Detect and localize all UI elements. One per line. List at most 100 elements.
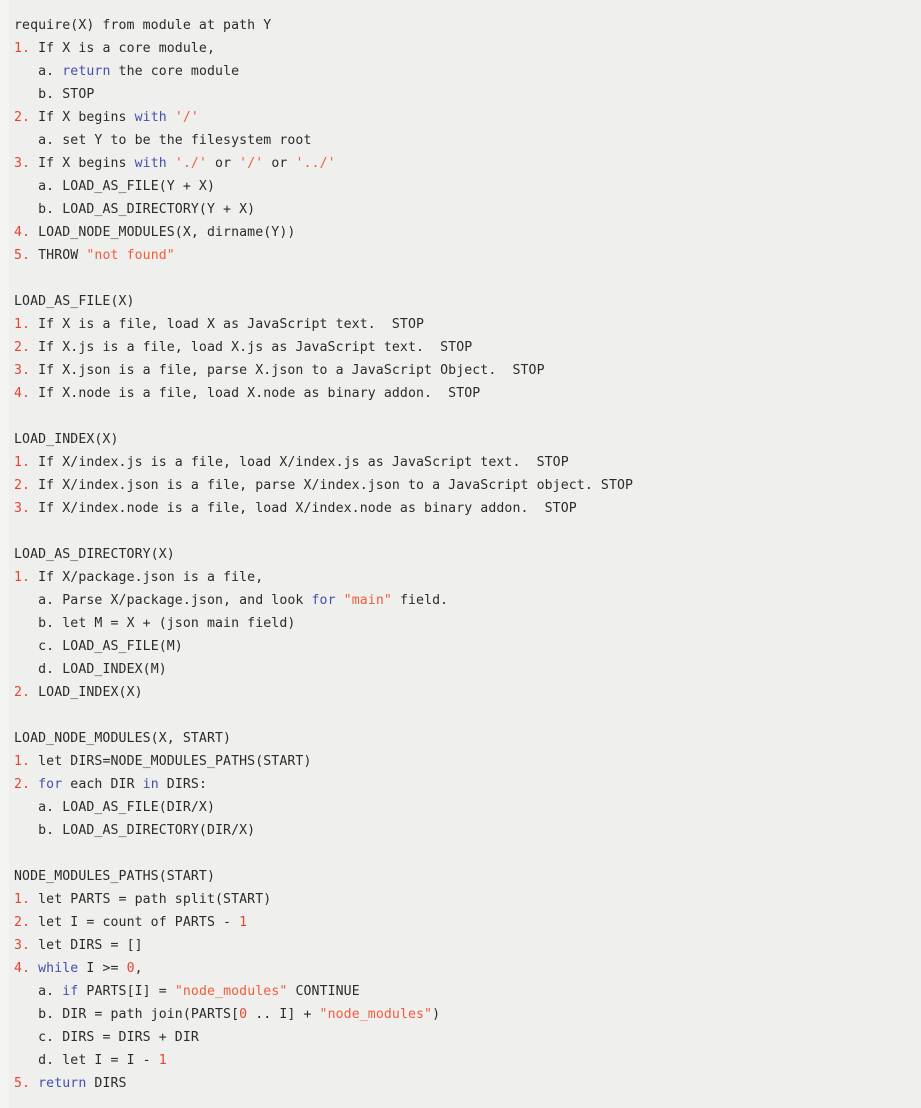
code-token-str: "node_modules"	[319, 1007, 433, 1022]
sub-step-marker: a.	[38, 133, 55, 148]
code-token-plain: or	[263, 156, 296, 171]
code-token-plain: let DIRS=NODE_MODULES_PATHS(START)	[30, 754, 312, 769]
step-marker: 3.	[14, 501, 31, 516]
sub-step-marker: b.	[38, 616, 55, 631]
code-token-plain: let I = I -	[54, 1053, 159, 1068]
code-token-kw: if	[62, 984, 79, 999]
section-heading: LOAD_INDEX(X)	[14, 432, 119, 447]
step-marker: 4.	[14, 225, 31, 240]
sub-step-line: a. return the core module	[14, 60, 921, 83]
sub-step-marker: a.	[38, 593, 55, 608]
code-token-plain: If X begins	[30, 110, 135, 125]
step-marker: 3.	[14, 938, 31, 953]
sub-step-line: b. STOP	[14, 83, 921, 106]
step-line: 1. If X is a file, load X as JavaScript …	[14, 313, 921, 336]
step-marker: 2.	[14, 340, 31, 355]
sub-step-line: a. set Y to be the filesystem root	[14, 129, 921, 152]
code-token-plain: let I = count of PARTS -	[30, 915, 240, 930]
sub-step-line: a. Parse X/package.json, and look for "m…	[14, 589, 921, 612]
step-line: 1. If X/package.json is a file,	[14, 566, 921, 589]
code-token-kw: while	[38, 961, 79, 976]
code-token-plain: If X.json is a file, parse X.json to a J…	[30, 363, 545, 378]
step-line: 1. let DIRS=NODE_MODULES_PATHS(START)	[14, 750, 921, 773]
code-token-plain: LOAD_INDEX(X)	[30, 685, 143, 700]
code-token-num: 1	[239, 915, 248, 930]
section-heading: NODE_MODULES_PATHS(START)	[14, 869, 215, 884]
step-marker: 1.	[14, 892, 31, 907]
step-marker: 1.	[14, 317, 31, 332]
code-token-str: '/'	[174, 110, 199, 125]
code-token-plain: DIRS	[86, 1076, 127, 1091]
section-heading: LOAD_NODE_MODULES(X, START)	[14, 731, 232, 746]
code-token-plain: LOAD_NODE_MODULES(X, dirname(Y))	[30, 225, 296, 240]
step-line: 4. while I >= 0,	[14, 957, 921, 980]
step-line: 2. If X/index.json is a file, parse X/in…	[14, 474, 921, 497]
step-line: 2. let I = count of PARTS - 1	[14, 911, 921, 934]
code-token-str: './'	[174, 156, 207, 171]
code-token-plain: the core module	[110, 64, 240, 79]
section-heading: LOAD_AS_FILE(X)	[14, 294, 135, 309]
code-token-plain: If X is a file, load X as JavaScript tex…	[30, 317, 425, 332]
step-line: 4. If X.node is a file, load X.node as b…	[14, 382, 921, 405]
code-token-plain: Parse X/package.json, and look	[54, 593, 312, 608]
sub-step-marker: a.	[38, 984, 55, 999]
code-token-str: '/'	[239, 156, 264, 171]
step-marker: 2.	[14, 915, 31, 930]
code-token-plain: DIRS = DIRS + DIR	[54, 1030, 199, 1045]
sub-step-line: b. LOAD_AS_DIRECTORY(Y + X)	[14, 198, 921, 221]
code-token-plain: ,	[134, 961, 143, 976]
step-marker: 1.	[14, 570, 31, 585]
code-token-plain: PARTS[I] =	[78, 984, 175, 999]
code-token-str: "not found"	[86, 248, 175, 263]
code-token-plain: set Y to be the filesystem root	[54, 133, 312, 148]
step-marker: 5.	[14, 1076, 31, 1091]
code-token-str: '../'	[295, 156, 336, 171]
sub-step-marker: d.	[38, 1053, 55, 1068]
code-token-plain: If X.node is a file, load X.node as bina…	[30, 386, 481, 401]
code-token-kw: in	[142, 777, 159, 792]
step-marker: 2.	[14, 685, 31, 700]
step-line: 2. LOAD_INDEX(X)	[14, 681, 921, 704]
sub-step-line: c. LOAD_AS_FILE(M)	[14, 635, 921, 658]
code-token-kw: return	[38, 1076, 87, 1091]
code-token-plain: I >=	[78, 961, 127, 976]
sub-step-marker: b.	[38, 202, 55, 217]
sub-step-line: b. let M = X + (json main field)	[14, 612, 921, 635]
code-token-num: 0	[126, 961, 135, 976]
pseudocode-lines[interactable]: require(X) from module at path Y 1. If X …	[0, 14, 921, 1095]
step-line: 1. let PARTS = path split(START)	[14, 888, 921, 911]
code-token-plain: CONTINUE	[287, 984, 360, 999]
code-token-plain: or	[207, 156, 240, 171]
code-token-plain: If X/index.node is a file, load X/index.…	[30, 501, 577, 516]
step-line: 4. LOAD_NODE_MODULES(X, dirname(Y))	[14, 221, 921, 244]
code-token-plain: field.	[391, 593, 449, 608]
step-marker: 1.	[14, 754, 31, 769]
code-token-plain: )	[432, 1007, 441, 1022]
pseudocode-block: require(X) from module at path Y 1. If X …	[0, 0, 921, 1108]
sub-step-line: b. LOAD_AS_DIRECTORY(DIR/X)	[14, 819, 921, 842]
code-token-num: 0	[239, 1007, 248, 1022]
step-line: 3. If X begins with './' or '/' or '../'	[14, 152, 921, 175]
sub-step-marker: a.	[38, 64, 55, 79]
step-line: 1. If X is a core module,	[14, 37, 921, 60]
code-token-plain: LOAD_AS_FILE(Y + X)	[54, 179, 216, 194]
step-line: 5. THROW "not found"	[14, 244, 921, 267]
